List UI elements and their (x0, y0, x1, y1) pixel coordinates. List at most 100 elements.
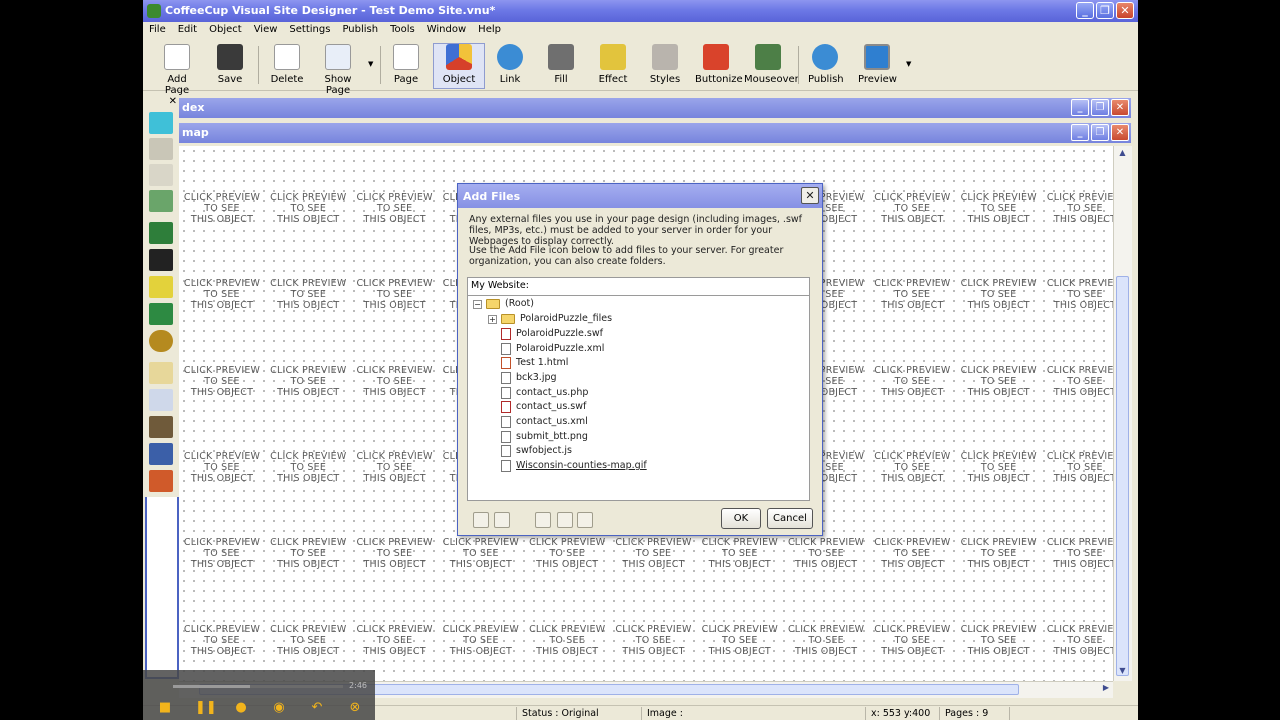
pen-tool-icon[interactable] (149, 303, 173, 325)
object-placeholder[interactable]: CLICK PREVIEWTO SEETHIS OBJECT (956, 451, 1042, 484)
object-placeholder[interactable]: CLICK PREVIEWTO SEETHIS OBJECT (265, 451, 351, 484)
fill-button[interactable]: Fill (546, 44, 576, 85)
table-tool-icon[interactable] (149, 389, 173, 411)
menu-edit[interactable]: Edit (172, 22, 203, 39)
index-close-button[interactable]: ✕ (1111, 99, 1129, 116)
tree-item-file[interactable]: Test 1.html (501, 356, 568, 370)
object-placeholder[interactable]: CLICK PREVIEWTO SEETHIS OBJECT (956, 278, 1042, 311)
object-placeholder[interactable]: CLICK PREVIEWTO SEETHIS OBJECT (352, 365, 438, 398)
text-tool-icon[interactable] (149, 164, 173, 186)
close-button[interactable]: ✕ (1116, 2, 1134, 19)
object-placeholder[interactable]: CLICK PREVIEWTO SEETHIS OBJECT (265, 278, 351, 311)
tree-item-file[interactable]: Wisconsin-counties-map.gif (501, 459, 647, 473)
vertical-scroll-thumb[interactable] (1116, 276, 1129, 676)
map-minimize-button[interactable]: _ (1071, 124, 1089, 141)
effect-tool-icon[interactable] (149, 276, 173, 298)
script-tool-icon[interactable] (149, 416, 173, 438)
tree-item-file[interactable]: contact_us.php (501, 386, 588, 400)
object-placeholder[interactable]: CLICK PREVIEWTO SEETHIS OBJECT (611, 537, 697, 570)
microphone-icon[interactable]: ● (233, 700, 249, 716)
object-placeholder[interactable]: CLICK PREVIEWTO SEETHIS OBJECT (869, 451, 955, 484)
object-placeholder[interactable]: CLICK PREVIEWTO SEETHIS OBJECT (697, 624, 783, 657)
add-file-icon[interactable] (535, 512, 551, 528)
object-placeholder[interactable]: CLICK PREVIEWTO SEETHIS OBJECT (869, 192, 955, 225)
tree-item-folder[interactable]: + PolaroidPuzzle_files (488, 312, 612, 326)
object-placeholder[interactable]: CLICK PREVIEWTO SEETHIS OBJECT (1042, 624, 1113, 657)
object-placeholder[interactable]: CLICK PREVIEWTO SEETHIS OBJECT (265, 624, 351, 657)
menu-window[interactable]: Window (421, 22, 472, 39)
tree-item-file[interactable]: submit_btt.png (501, 430, 588, 444)
object-placeholder[interactable]: CLICK PREVIEWTO SEETHIS OBJECT (956, 624, 1042, 657)
map-close-button[interactable]: ✕ (1111, 124, 1129, 141)
collapse-root-icon[interactable]: − (473, 299, 482, 309)
page-button[interactable]: Page (391, 44, 421, 85)
object-placeholder[interactable]: CLICK PREVIEWTO SEETHIS OBJECT (1042, 192, 1113, 225)
scroll-up-icon[interactable]: ▲ (1116, 148, 1129, 161)
menu-help[interactable]: Help (472, 22, 507, 39)
object-placeholder[interactable]: CLICK PREVIEWTO SEETHIS OBJECT (265, 537, 351, 570)
tree-item-file[interactable]: bck3.jpg (501, 371, 557, 385)
styles-button[interactable]: Styles (649, 44, 681, 85)
dialog-close-button[interactable]: ✕ (801, 187, 819, 204)
ok-button[interactable]: OK (721, 508, 761, 529)
object-placeholder[interactable]: CLICK PREVIEWTO SEETHIS OBJECT (783, 624, 869, 657)
menu-publish[interactable]: Publish (336, 22, 384, 39)
maximize-button[interactable]: ❐ (1096, 2, 1114, 19)
delete-folder-icon[interactable] (494, 512, 510, 528)
tree-item-file[interactable]: contact_us.swf (501, 400, 586, 414)
image-tool-icon[interactable] (149, 190, 173, 212)
index-maximize-button[interactable]: ❐ (1091, 99, 1109, 116)
minimize-button[interactable]: _ (1076, 2, 1094, 19)
tree-item-file[interactable]: swfobject.js (501, 444, 572, 458)
save-button[interactable]: Save (211, 44, 249, 85)
calendar-tool-icon[interactable] (149, 470, 173, 492)
object-placeholder[interactable]: CLICK PREVIEWTO SEETHIS OBJECT (1042, 365, 1113, 398)
undo-icon[interactable]: ↶ (309, 700, 325, 716)
pause-icon[interactable]: ❚❚ (195, 700, 217, 716)
object-placeholder[interactable]: CLICK PREVIEWTO SEETHIS OBJECT (179, 365, 265, 398)
object-placeholder[interactable]: CLICK PREVIEWTO SEETHIS OBJECT (956, 365, 1042, 398)
publish-button[interactable]: Publish (808, 44, 844, 85)
menu-settings[interactable]: Settings (283, 22, 336, 39)
menu-object[interactable]: Object (203, 22, 248, 39)
preview-dropdown-arrow[interactable]: ▼ (906, 60, 911, 68)
tools-close-icon[interactable]: ✕ (169, 96, 177, 107)
add-page-button[interactable]: Add Page (155, 44, 199, 96)
video-progress-bar[interactable] (173, 685, 343, 688)
object-placeholder[interactable]: CLICK PREVIEWTO SEETHIS OBJECT (179, 278, 265, 311)
expand-folder-icon[interactable]: + (488, 314, 497, 324)
map-maximize-button[interactable]: ❐ (1091, 124, 1109, 141)
object-placeholder[interactable]: CLICK PREVIEWTO SEETHIS OBJECT (352, 278, 438, 311)
dialog-titlebar[interactable]: Add Files ✕ (458, 184, 822, 208)
effect-button[interactable]: Effect (596, 44, 630, 85)
tree-item-file[interactable]: contact_us.xml (501, 415, 588, 429)
form-tool-icon[interactable] (149, 362, 173, 384)
object-placeholder[interactable]: CLICK PREVIEWTO SEETHIS OBJECT (1042, 278, 1113, 311)
object-placeholder[interactable]: CLICK PREVIEWTO SEETHIS OBJECT (179, 624, 265, 657)
object-placeholder[interactable]: CLICK PREVIEWTO SEETHIS OBJECT (179, 451, 265, 484)
stop-icon[interactable]: ■ (157, 700, 173, 716)
object-placeholder[interactable]: CLICK PREVIEWTO SEETHIS OBJECT (179, 192, 265, 225)
index-minimize-button[interactable]: _ (1071, 99, 1089, 116)
object-placeholder[interactable]: CLICK PREVIEWTO SEETHIS OBJECT (524, 537, 610, 570)
forward-tool-icon[interactable] (149, 330, 173, 352)
object-placeholder[interactable]: CLICK PREVIEWTO SEETHIS OBJECT (265, 192, 351, 225)
scroll-right-icon[interactable]: ▶ (1103, 683, 1109, 692)
show-page-dropdown-arrow[interactable]: ▼ (368, 60, 373, 68)
link-button[interactable]: Link (495, 44, 525, 85)
new-folder-icon[interactable] (473, 512, 489, 528)
object-placeholder[interactable]: CLICK PREVIEWTO SEETHIS OBJECT (869, 624, 955, 657)
object-placeholder[interactable]: CLICK PREVIEWTO SEETHIS OBJECT (869, 537, 955, 570)
object-button[interactable]: Object (433, 43, 485, 89)
object-placeholder[interactable]: CLICK PREVIEWTO SEETHIS OBJECT (352, 192, 438, 225)
object-placeholder[interactable]: CLICK PREVIEWTO SEETHIS OBJECT (1042, 537, 1113, 570)
index-document-titlebar[interactable]: dex _ ❐ ✕ (179, 98, 1131, 118)
object-placeholder[interactable]: CLICK PREVIEWTO SEETHIS OBJECT (352, 537, 438, 570)
cancel-button[interactable]: Cancel (767, 508, 813, 529)
webcam-icon[interactable]: ◉ (271, 700, 287, 716)
object-placeholder[interactable]: CLICK PREVIEWTO SEETHIS OBJECT (438, 624, 524, 657)
object-placeholder[interactable]: CLICK PREVIEWTO SEETHIS OBJECT (524, 624, 610, 657)
mouseover-button[interactable]: Mouseover (744, 44, 799, 85)
menu-view[interactable]: View (248, 22, 284, 39)
object-placeholder[interactable]: CLICK PREVIEWTO SEETHIS OBJECT (352, 624, 438, 657)
